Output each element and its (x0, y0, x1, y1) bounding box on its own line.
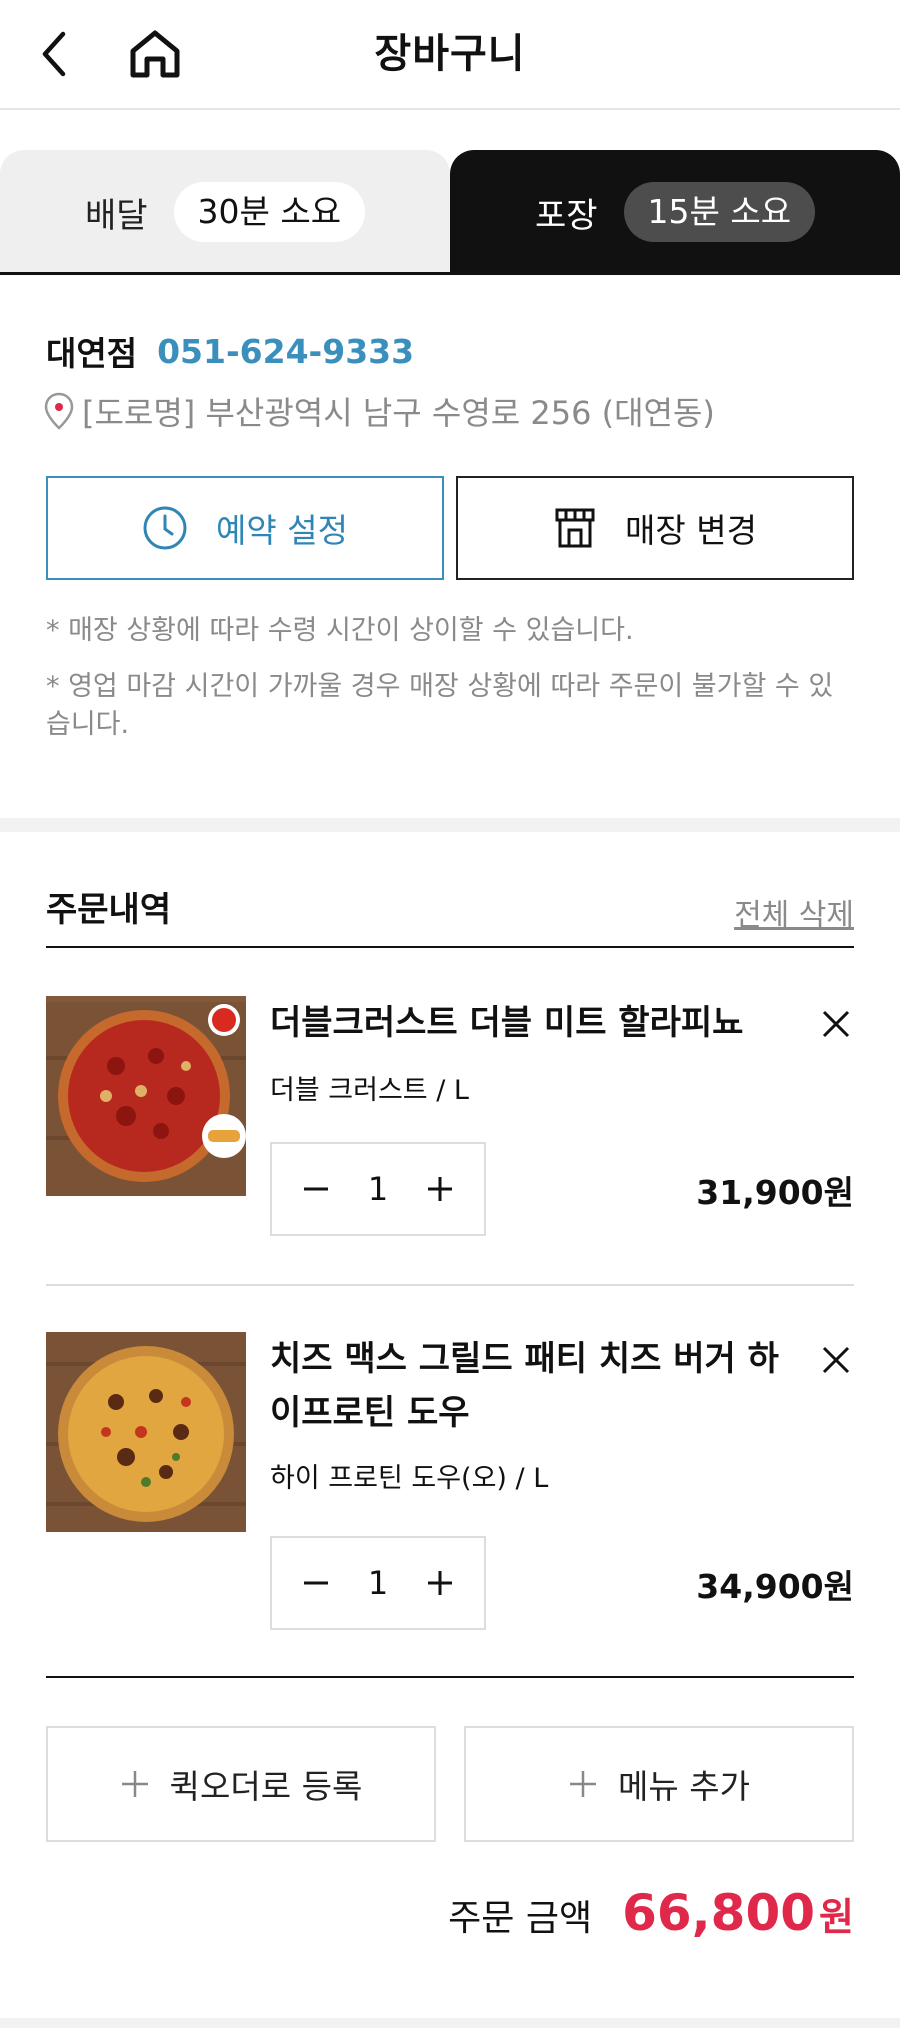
close-icon (822, 1010, 850, 1038)
reserve-button[interactable]: 예약 설정 (46, 476, 444, 580)
item-price: 31,900원 (696, 1173, 854, 1212)
remove-item-button[interactable] (818, 1006, 854, 1042)
tab-delivery[interactable]: 배달 30분 소요 (0, 150, 450, 274)
order-section-title: 주문내역 (46, 890, 172, 930)
plus-icon (427, 1571, 452, 1595)
app-header: 장바구니 (0, 0, 900, 110)
store-info: 대연점 051-624-9333 (46, 326, 414, 376)
closing-time-note: * 영업 마감 시간이 가까울 경우 매장 상황에 따라 주문이 불가할 수 있… (46, 671, 834, 740)
tab-pickup-label: 포장 (534, 195, 598, 236)
bottom-divider (0, 2018, 900, 2028)
plus-icon (121, 1771, 148, 1797)
tab-delivery-eta: 30분 소요 (173, 182, 366, 242)
remove-item-button[interactable] (818, 1342, 854, 1378)
order-total: 주문 금액 66,800 원 (448, 1884, 854, 1954)
store-address-text: [도로명] 부산광역시 남구 수영로 256 (대연동) (82, 394, 715, 432)
plus-icon (570, 1771, 597, 1797)
close-icon (822, 1346, 850, 1374)
item-name: 치즈 맥스 그릴드 패티 치즈 버거 하이프로틴 도우 (270, 1339, 779, 1433)
plus-icon (427, 1177, 452, 1201)
tabs-underline (0, 272, 900, 275)
item-price: 34,900원 (696, 1567, 854, 1606)
cart-item: 치즈 맥스 그릴드 패티 치즈 버거 하이프로틴 도우 하이 프로틴 도우(오)… (46, 1332, 854, 1632)
store-name: 대연점 (46, 334, 138, 373)
decrease-quantity-button[interactable] (300, 1567, 332, 1599)
section-divider (0, 818, 900, 832)
total-amount: 66,800 (622, 1884, 816, 1942)
tab-delivery-label: 배달 (84, 195, 148, 236)
tab-pickup-eta: 15분 소요 (623, 182, 816, 242)
total-label: 주문 금액 (448, 1898, 593, 1939)
item-option: 더블 크러스트 / L (270, 1075, 469, 1106)
order-type-tabs: 배달 30분 소요 포장 15분 소요 (0, 150, 900, 274)
quantity-value: 1 (367, 1564, 389, 1602)
item-name: 더블크러스트 더블 미트 할라피뇨 (270, 1003, 744, 1043)
change-store-button-label: 매장 변경 (625, 511, 757, 550)
add-menu-button-label: 메뉴 추가 (618, 1767, 750, 1806)
item-option: 하이 프로틴 도우(오) / L (270, 1463, 549, 1494)
store-address: [도로명] 부산광역시 남구 수영로 256 (대연동) (44, 388, 715, 434)
order-list-end-line (46, 1676, 854, 1678)
store-phone-link[interactable]: 051-624-9333 (157, 332, 414, 371)
tab-pickup[interactable]: 포장 15분 소요 (450, 150, 900, 274)
page-title: 장바구니 (374, 31, 526, 77)
decrease-quantity-button[interactable] (300, 1173, 332, 1205)
delete-all-link[interactable]: 전체 삭제 (734, 890, 854, 934)
increase-quantity-button[interactable] (424, 1173, 456, 1205)
order-header-line (46, 946, 854, 948)
location-pin-icon (44, 392, 74, 430)
cart-item: 더블크러스트 더블 미트 할라피뇨 더블 크러스트 / L 1 31,900원 (46, 996, 854, 1236)
add-menu-button[interactable]: 메뉴 추가 (464, 1726, 854, 1842)
quick-order-button-label: 퀵오더로 등록 (169, 1767, 363, 1806)
minus-icon (304, 1581, 328, 1585)
quantity-stepper: 1 (270, 1142, 486, 1236)
minus-icon (304, 1187, 328, 1191)
pizza-image (46, 1332, 246, 1532)
increase-quantity-button[interactable] (424, 1567, 456, 1599)
change-store-button[interactable]: 매장 변경 (456, 476, 854, 580)
reserve-button-label: 예약 설정 (216, 511, 348, 550)
quick-order-button[interactable]: 퀵오더로 등록 (46, 1726, 436, 1842)
pizza-image (46, 996, 246, 1196)
store-icon (555, 508, 595, 548)
clock-icon (143, 506, 187, 550)
total-currency-unit: 원 (819, 1895, 854, 1939)
quantity-value: 1 (367, 1170, 389, 1208)
item-divider (46, 1284, 854, 1286)
quantity-stepper: 1 (270, 1536, 486, 1630)
pickup-time-note: * 매장 상황에 따라 수령 시간이 상이할 수 있습니다. (46, 615, 634, 646)
